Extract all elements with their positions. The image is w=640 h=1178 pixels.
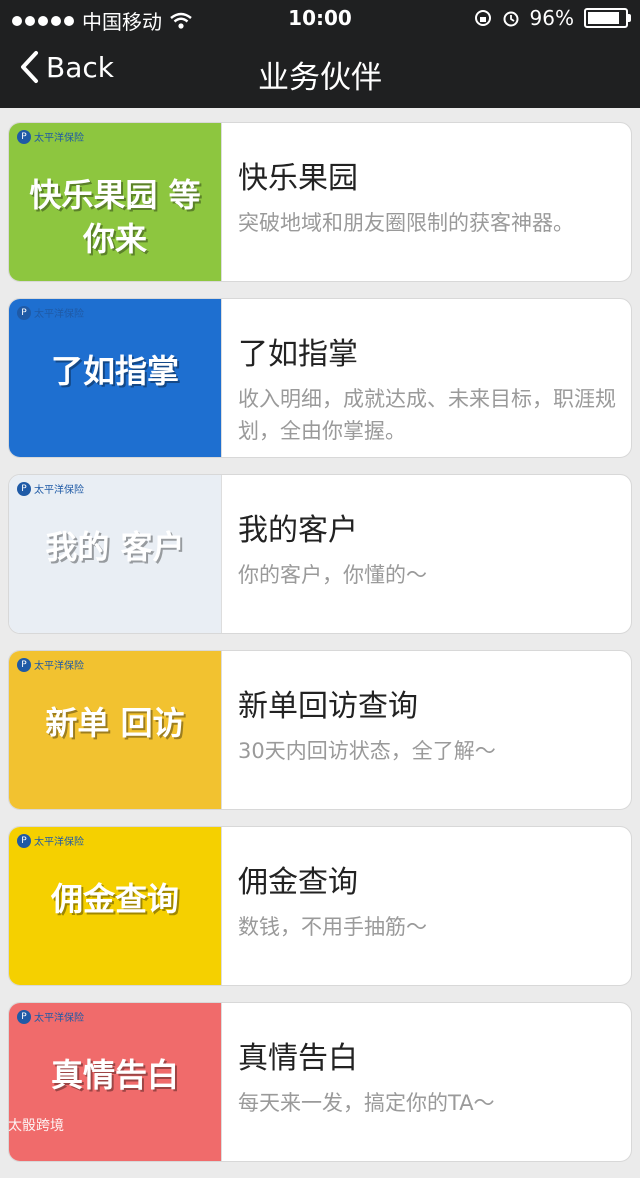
watermark: 太骰跨境 [8, 1118, 64, 1134]
status-bar: 中国移动 10:00 96% [0, 0, 640, 36]
item-thumbnail: P 太平洋保险 真情告白 [9, 1003, 222, 1161]
thumb-text: 快乐果园 等你来 [29, 176, 201, 258]
rotation-lock-icon [474, 10, 491, 26]
cpic-logo-icon: P [17, 305, 31, 320]
item-thumbnail: P 太平洋保险 了如指掌 [9, 299, 222, 457]
page-title: 业务伙伴 [258, 60, 382, 96]
battery-icon [584, 8, 631, 28]
brand-name: 太平洋保险 [34, 1013, 84, 1024]
battery-level [588, 12, 619, 24]
thumb-text: 佣金查询 [50, 880, 179, 918]
alarm-icon [503, 11, 519, 27]
thumb-text: 新单 回访 [45, 704, 185, 742]
thumb-text: 真情告白 [50, 1056, 179, 1094]
brand-mark: P 太平洋保险 [17, 833, 84, 848]
item-info: 新单回访查询 30天内回访状态，全了解～ [222, 651, 631, 809]
list-item[interactable]: P 太平洋保险 佣金查询 佣金查询 数钱，不用手抽筋～ [8, 826, 632, 986]
list-item[interactable]: P 太平洋保险 了如指掌 了如指掌 收入明细，成就达成、未来目标，职涯规划，全由你… [8, 298, 632, 458]
list-item[interactable]: P 太平洋保险 我的 客户 我的客户 你的客户，你懂的～ [8, 474, 632, 634]
item-title: 真情告白 [238, 1041, 358, 1076]
item-info: 我的客户 你的客户，你懂的～ [222, 475, 631, 633]
item-info: 真情告白 每天来一发，搞定你的TA～ [222, 1003, 631, 1161]
cpic-logo-icon: P [17, 481, 31, 496]
nav-bar: Back 业务伙伴 [0, 36, 640, 108]
cpic-logo-icon: P [17, 129, 31, 144]
brand-name: 太平洋保险 [34, 661, 84, 672]
list-item[interactable]: P 太平洋保险 新单 回访 新单回访查询 30天内回访状态，全了解～ [8, 650, 632, 810]
brand-name: 太平洋保险 [34, 837, 84, 848]
brand-name: 太平洋保险 [34, 133, 84, 144]
brand-mark: P 太平洋保险 [17, 481, 84, 496]
list-item[interactable]: P 太平洋保险 快乐果园 等你来 快乐果园 突破地域和朋友圈限制的获客神器。 [8, 122, 632, 282]
brand-mark: P 太平洋保险 [17, 1009, 84, 1024]
service-list: P 太平洋保险 快乐果园 等你来 快乐果园 突破地域和朋友圈限制的获客神器。 P太… [8, 122, 632, 1178]
item-description: 突破地域和朋友圈限制的获客神器。 [238, 211, 574, 235]
item-info: 快乐果园 突破地域和朋友圈限制的获客神器。 [222, 123, 631, 281]
item-thumbnail: P 太平洋保险 佣金查询 [9, 827, 222, 985]
item-description: 30天内回访状态，全了解～ [238, 739, 496, 763]
item-thumbnail: P 太平洋保险 新单 回访 [9, 651, 222, 809]
brand-mark: P 太平洋保险 [17, 657, 84, 672]
item-description: 每天来一发，搞定你的TA～ [238, 1091, 495, 1115]
cpic-logo-icon: P [17, 1009, 31, 1024]
item-info: 佣金查询 数钱，不用手抽筋～ [222, 827, 631, 985]
item-thumbnail: P 太平洋保险 快乐果园 等你来 [9, 123, 222, 281]
battery-percent: 96% [529, 6, 574, 30]
item-title: 佣金查询 [238, 865, 358, 900]
brand-name: 太平洋保险 [34, 309, 84, 320]
thumb-text: 了如指掌 [50, 352, 179, 390]
item-description: 数钱，不用手抽筋～ [238, 915, 427, 939]
item-info: 了如指掌 收入明细，成就达成、未来目标，职涯规划，全由你掌握。 [222, 299, 631, 457]
thumb-text: 我的 客户 [45, 528, 185, 566]
item-title: 快乐果园 [238, 161, 358, 196]
item-title: 我的客户 [238, 513, 358, 548]
item-thumbnail: P 太平洋保险 我的 客户 [9, 475, 222, 633]
brand-mark: P 太平洋保险 [17, 305, 84, 320]
brand-mark: P 太平洋保险 [17, 129, 84, 144]
cpic-logo-icon: P [17, 833, 31, 848]
item-title: 了如指掌 [238, 337, 358, 372]
status-right: 96% [474, 6, 631, 30]
list-item[interactable]: P 太平洋保险 真情告白 真情告白 每天来一发，搞定你的TA～ [8, 1002, 632, 1162]
item-description: 你的客户，你懂的～ [238, 563, 427, 587]
brand-name: 太平洋保险 [34, 485, 84, 496]
item-title: 新单回访查询 [238, 689, 418, 724]
item-description: 收入明细，成就达成、未来目标，职涯规划，全由你掌握。 [238, 387, 616, 443]
cpic-logo-icon: P [17, 657, 31, 672]
